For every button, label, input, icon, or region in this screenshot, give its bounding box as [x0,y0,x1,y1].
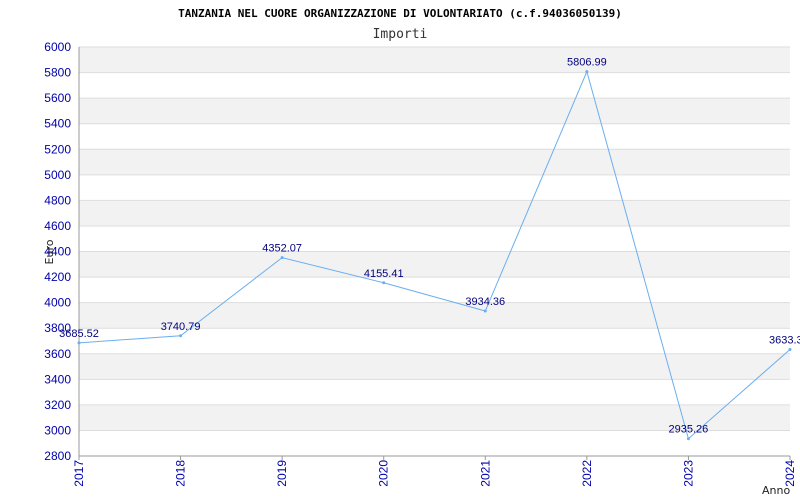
x-tick-label: 2017 [72,460,86,487]
data-point [77,341,81,345]
chart-subtitle: Importi [373,27,428,42]
grid-bands [79,47,790,431]
data-point [686,437,690,441]
chart-title: TANZANIA NEL CUORE ORGANIZZAZIONE DI VOL… [178,7,622,20]
data-label: 3934.36 [465,296,505,308]
grid-band [79,98,790,124]
y-tick-label: 4000 [44,296,71,310]
x-axis-label: Anno [762,484,790,497]
x-tick-labels: 2017 2018 2019 2020 2021 2022 2023 2024 [72,456,797,487]
grid-band [79,353,790,380]
data-point [280,256,284,260]
grid-band [79,200,790,226]
data-point [483,309,487,313]
data-label: 4155.41 [364,268,404,280]
y-tick-label: 4800 [44,193,71,207]
line-chart: 2800300032003400360038004000420044004600… [43,7,800,497]
y-tick-label: 5800 [44,66,71,80]
data-point [382,281,386,285]
data-point [788,347,792,351]
data-label: 3685.52 [59,328,99,340]
x-tick-label: 2018 [174,460,188,487]
grid-band [79,149,790,175]
y-tick-label: 3200 [44,398,71,412]
y-tick-label: 6000 [44,40,71,54]
grid-band [79,251,790,278]
data-label: 3740.79 [161,321,201,333]
y-tick-label: 4600 [44,219,71,233]
data-point [585,70,589,74]
data-label: 4352.07 [262,243,302,255]
data-label: 2935.26 [669,424,709,436]
grid-band [79,47,790,73]
y-tick-label: 3000 [44,423,71,437]
x-tick-label: 2020 [377,460,391,487]
y-tick-label: 5000 [44,168,71,182]
data-point [179,334,183,338]
y-tick-label: 5200 [44,142,71,156]
x-tick-label: 2023 [681,460,695,487]
y-axis-label: Euro [43,239,56,264]
y-tick-label: 5600 [44,91,71,105]
x-tick-label: 2019 [275,460,289,487]
y-tick-label: 5400 [44,117,71,131]
x-tick-label: 2024 [783,460,797,487]
y-tick-label: 4200 [44,270,71,284]
y-tick-label: 3400 [44,372,71,386]
y-tick-label: 3600 [44,347,71,361]
x-tick-label: 2021 [478,460,492,487]
data-label: 5806.99 [567,57,607,69]
y-tick-label: 2800 [44,449,71,463]
x-tick-label: 2022 [580,460,594,487]
data-label: 3633.3 [769,334,800,346]
